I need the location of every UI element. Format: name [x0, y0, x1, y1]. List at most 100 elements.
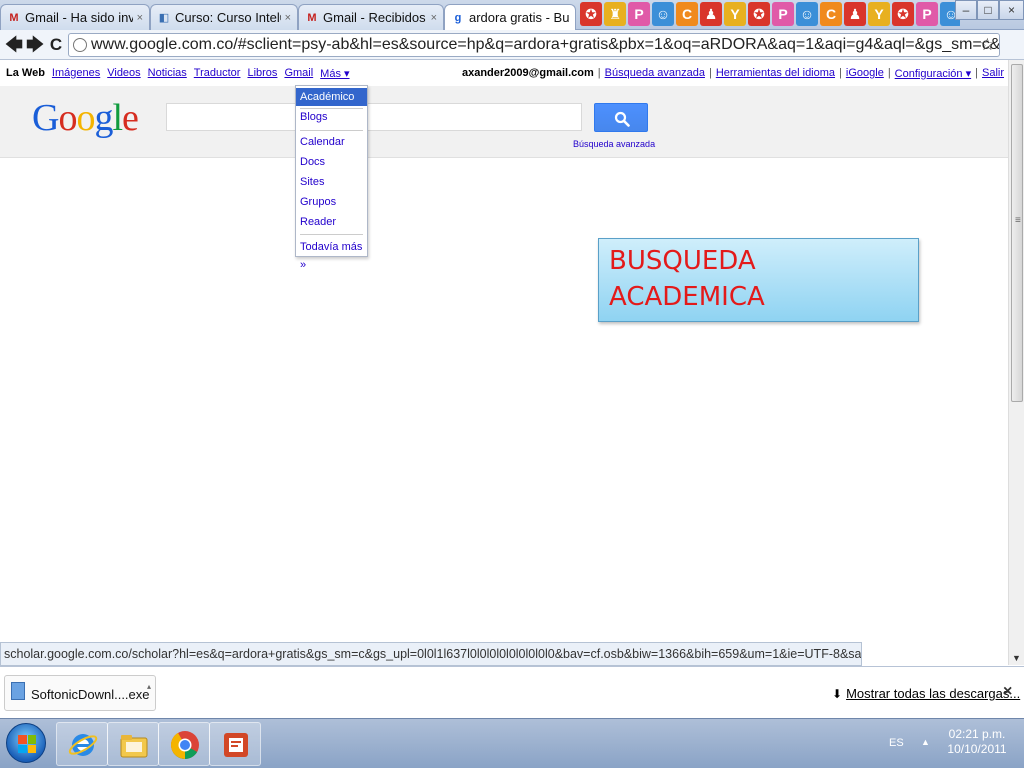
theme-decoration-icon: Y	[724, 2, 746, 26]
tab-label: Gmail - Ha sido invita	[25, 10, 133, 25]
search-input[interactable]	[166, 103, 582, 131]
menu-item-calendar[interactable]: Calendar	[296, 133, 367, 151]
gbar-nav: La Web Imágenes Videos Noticias Traducto…	[6, 67, 350, 80]
sign-out-link[interactable]: Salir	[982, 67, 1004, 80]
google-icon: g	[454, 11, 462, 24]
separator: |	[839, 67, 842, 79]
gbar-item-more[interactable]: Más ▾	[320, 67, 349, 80]
page-info-icon[interactable]	[73, 38, 87, 52]
igoogle-link[interactable]: iGoogle	[846, 67, 884, 80]
theme-decoration-icon: ✪	[580, 2, 602, 26]
tab-label: ardora gratis - Buscar	[469, 10, 569, 25]
menu-item-more[interactable]: Todavía más »	[296, 238, 367, 271]
grip-icon: ≡	[1015, 215, 1021, 226]
google-logo[interactable]: Google	[32, 96, 139, 140]
minimize-button[interactable]: –	[955, 0, 977, 20]
logo-letter: g	[94, 97, 113, 139]
annotation-line-1: BUSQUEDA	[609, 246, 756, 276]
separator: |	[708, 67, 712, 79]
chevron-down-icon[interactable]: ▴	[147, 682, 151, 691]
theme-decoration-strip: ✪ ♜ P ☺ C ♟ Y ✪ P ☺ C ♟ Y ✪ P ☺	[580, 2, 960, 28]
show-all-downloads-link[interactable]: Mostrar todas las descargas...	[846, 686, 1020, 701]
download-item[interactable]: SoftonicDownl....exe ▴	[4, 675, 156, 711]
tab-close-icon[interactable]: ×	[285, 12, 291, 24]
user-email: axander2009@gmail.com	[461, 67, 594, 79]
gbar-item-translate[interactable]: Traductor	[194, 67, 241, 80]
reload-button[interactable]: C	[46, 35, 66, 55]
vertical-scrollbar[interactable]: ≡ ▼	[1008, 60, 1024, 665]
theme-decoration-icon: ♜	[604, 2, 626, 26]
taskbar-internet-explorer[interactable]	[56, 722, 108, 766]
taskbar-file-explorer[interactable]	[107, 722, 159, 766]
google-top-bar: La Web Imágenes Videos Noticias Traducto…	[0, 60, 1008, 86]
tab-close-icon[interactable]: ×	[137, 12, 143, 24]
search-button[interactable]	[594, 103, 648, 132]
tab-close-icon[interactable]: ×	[431, 12, 437, 24]
back-button[interactable]: 🡄	[4, 35, 24, 55]
gbar-item-gmail[interactable]: Gmail	[284, 67, 313, 80]
menu-item-grupos[interactable]: Grupos	[296, 193, 367, 211]
theme-decoration-icon: ✪	[748, 2, 770, 26]
tab-label: Curso: Curso Intel® Es	[175, 10, 281, 25]
close-downloads-icon[interactable]: ×	[1003, 683, 1012, 701]
scroll-down-icon[interactable]: ▼	[1012, 653, 1021, 663]
tab-curso-intel[interactable]: ◧ Curso: Curso Intel® Es ×	[150, 4, 298, 30]
logo-letter: e	[122, 97, 139, 139]
menu-item-blogs[interactable]: Blogs	[296, 108, 367, 126]
windows-taskbar: ES ▲ 02:21 p.m. 10/10/2011	[0, 718, 1024, 768]
theme-decoration-icon: ✪	[892, 2, 914, 26]
tray-expand-icon[interactable]: ▲	[921, 737, 930, 747]
bookmark-star-icon[interactable]: ☆	[980, 35, 995, 55]
downloads-shelf: SoftonicDownl....exe ▴ ⬇ Mostrar todas la…	[0, 666, 1024, 718]
scrollbar-thumb[interactable]: ≡	[1011, 64, 1023, 402]
show-all-downloads[interactable]: ⬇ Mostrar todas las descargas...	[832, 686, 1020, 701]
advanced-search-small-link[interactable]: Búsqueda avanzada	[573, 139, 655, 149]
theme-decoration-icon: C	[676, 2, 698, 26]
taskbar-chrome[interactable]	[158, 722, 210, 766]
gbar-item-web[interactable]: La Web	[6, 67, 45, 80]
theme-decoration-icon: ☺	[796, 2, 818, 26]
tab-gmail-inbox[interactable]: M Gmail - Recibidos (50 ×	[298, 4, 444, 30]
url-text: www.google.com.co/#sclient=psy-ab&hl=es&…	[91, 36, 1000, 53]
taskbar-powerpoint[interactable]	[209, 722, 261, 766]
gbar-item-news[interactable]: Noticias	[148, 67, 187, 80]
page-icon: ◧	[158, 11, 170, 24]
menu-item-reader[interactable]: Reader	[296, 213, 367, 231]
annotation-callout: BUSQUEDA ACADEMICA	[598, 238, 919, 322]
forward-button[interactable]: 🡆	[25, 35, 45, 55]
close-window-button[interactable]: ×	[999, 0, 1024, 20]
gmail-icon: M	[307, 11, 317, 24]
address-bar[interactable]: www.google.com.co/#sclient=psy-ab&hl=es&…	[68, 33, 1000, 57]
theme-decoration-icon: Y	[868, 2, 890, 26]
separator: |	[975, 67, 978, 79]
menu-item-docs[interactable]: Docs	[296, 153, 367, 171]
menu-item-academico[interactable]: Académico	[296, 88, 367, 106]
menu-item-sites[interactable]: Sites	[296, 173, 367, 191]
language-indicator[interactable]: ES	[889, 737, 904, 749]
search-header: Google Búsqueda avanzada	[0, 86, 1008, 158]
start-button[interactable]	[6, 723, 46, 763]
clock-time: 02:21 p.m.	[948, 727, 1006, 741]
download-arrow-icon: ⬇	[832, 687, 843, 701]
gbar-item-books[interactable]: Libros	[247, 67, 277, 80]
tab-strip: M Gmail - Ha sido invita × ◧ Curso: Curs…	[0, 0, 1024, 30]
more-dropdown-menu: Académico Blogs Calendar Docs Sites Grup…	[295, 85, 368, 271]
gbar-item-images[interactable]: Imágenes	[52, 67, 100, 80]
separator: |	[887, 67, 891, 79]
logo-letter: l	[112, 97, 123, 139]
settings-link[interactable]: Configuración ▾	[895, 67, 971, 80]
theme-decoration-icon: P	[628, 2, 650, 26]
menu-divider	[300, 234, 363, 235]
tab-ardora-search[interactable]: g ardora gratis - Buscar	[444, 4, 576, 30]
system-clock[interactable]: 02:21 p.m. 10/10/2011	[942, 727, 1012, 757]
gbar-item-videos[interactable]: Videos	[107, 67, 140, 80]
tab-gmail-invitation[interactable]: M Gmail - Ha sido invita ×	[0, 4, 150, 30]
language-tools-link[interactable]: Herramientas del idioma	[716, 67, 835, 80]
windows-logo-icon	[18, 735, 36, 753]
chrome-icon	[171, 731, 199, 759]
clock-date: 10/10/2011	[947, 742, 1007, 756]
advanced-search-link[interactable]: Búsqueda avanzada	[605, 67, 705, 80]
theme-decoration-icon: ☺	[652, 2, 674, 26]
gbar-user-links: axander2009@gmail.com | Búsqueda avanzad…	[462, 67, 1004, 80]
maximize-button[interactable]: □	[977, 0, 999, 20]
